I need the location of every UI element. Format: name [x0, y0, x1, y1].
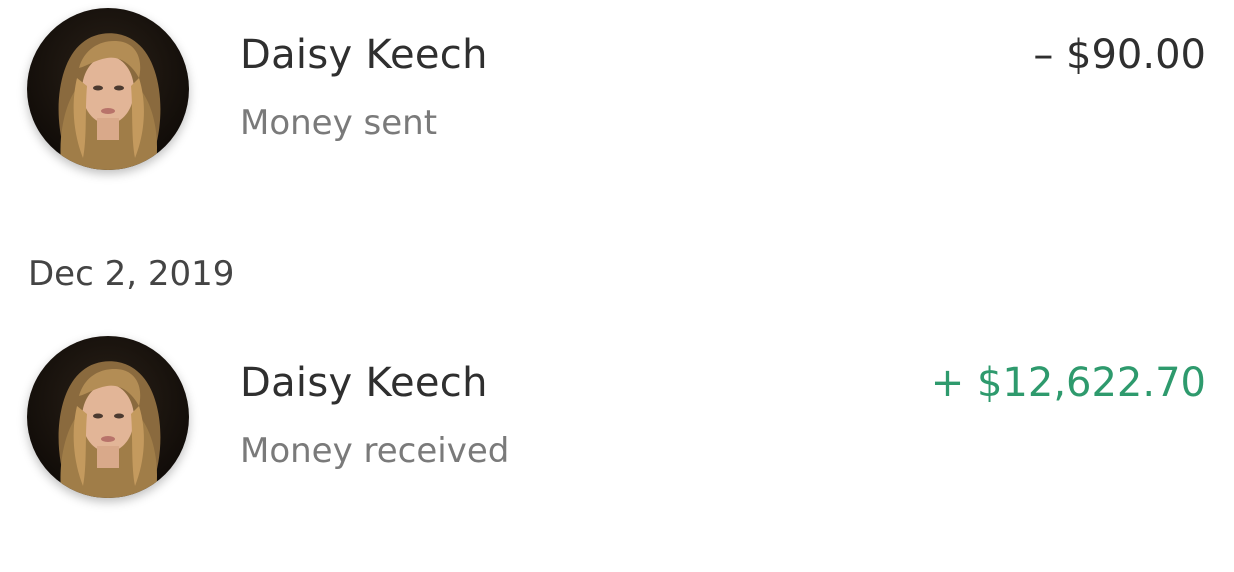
date-header: Dec 2, 2019 [28, 254, 235, 294]
contact-name: Daisy Keech [240, 360, 488, 406]
transaction-row[interactable]: Daisy Keech Money sent – $90.00 [0, 5, 1234, 175]
avatar-photo-icon [58, 33, 161, 170]
contact-name: Daisy Keech [240, 32, 488, 78]
avatar-photo-icon [58, 361, 161, 498]
transaction-type: Money received [240, 431, 510, 471]
transaction-amount: + $12,622.70 [930, 360, 1206, 406]
transaction-amount: – $90.00 [1033, 32, 1206, 78]
contact-avatar [27, 8, 189, 170]
transaction-type: Money sent [240, 103, 438, 143]
contact-avatar [27, 336, 189, 498]
transaction-row[interactable]: Daisy Keech Money received + $12,622.70 [0, 333, 1234, 503]
